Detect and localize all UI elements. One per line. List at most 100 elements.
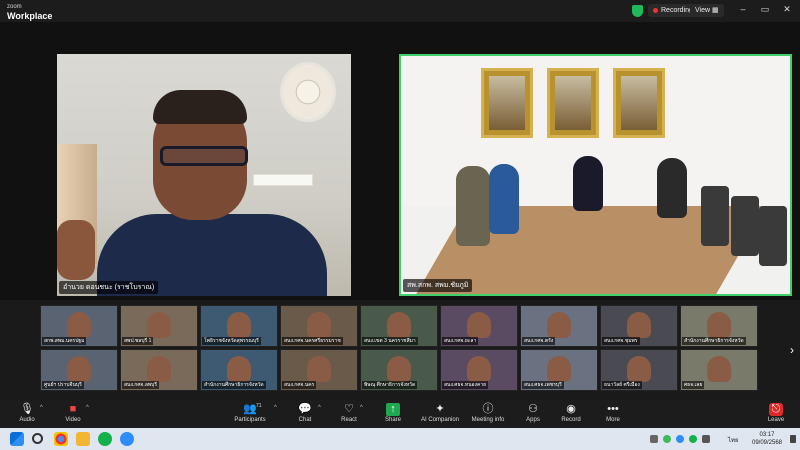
chat-label: Chat <box>298 417 312 423</box>
participant-name: ธนาวัลย์ ศรีเมือง <box>602 381 642 389</box>
search-icon[interactable] <box>32 433 43 444</box>
language-indicator[interactable]: ไทย <box>728 435 739 445</box>
tray-chevron-icon[interactable] <box>650 435 658 443</box>
participant-name: สนง.กศจ.นคร <box>282 381 317 389</box>
participant-video <box>467 356 491 382</box>
more-icon: ••• <box>607 403 619 415</box>
record-button[interactable]: ◉ Record <box>558 400 584 428</box>
participant-tile[interactable]: โพธิราชจังหวัดสุพรรณบุรี <box>200 305 278 347</box>
speaker-hair <box>153 90 247 124</box>
participant-tile[interactable]: สนง.กศจ.ตรัง <box>520 305 598 347</box>
apps-label: Apps <box>526 417 540 423</box>
portrait-frame <box>481 68 533 138</box>
speaker-tile-left[interactable]: อำนวย ดอนชนะ (ราชโบราณ) <box>57 54 351 296</box>
close-button[interactable]: ✕ <box>780 4 794 15</box>
participant-tile[interactable]: พิษณุ ศึกษาธิการจังหวัด <box>360 349 438 391</box>
record-dot-icon <box>653 7 658 13</box>
leave-button[interactable]: ⎋ Leave <box>764 400 788 428</box>
chat-options-chevron-icon[interactable]: ^ <box>318 405 321 411</box>
share-button[interactable]: ↑ Share <box>380 400 406 428</box>
participant-name: สนง.กศจ.ลพบุรี <box>122 381 160 389</box>
gallery-next-icon[interactable]: › <box>785 343 799 357</box>
minimize-button[interactable]: – <box>736 4 750 14</box>
participant-tile[interactable]: สนง.กศจ.ลพบุรี <box>120 349 198 391</box>
participant-video <box>707 312 731 338</box>
clock[interactable]: 03:17 09/09/2568 <box>742 431 792 447</box>
participants-label: Participants <box>234 417 266 423</box>
participant-video <box>467 312 491 338</box>
attendee <box>489 164 519 234</box>
participant-name: ศูนย์ฯ ปราบจีนบุรี <box>42 381 84 389</box>
participant-name: สพป.ชลบุรี 1 <box>122 337 154 345</box>
participant-video <box>227 356 251 382</box>
react-label: React <box>341 417 357 423</box>
participant-tile[interactable]: สนง.เขต 3 นครราชสีมา <box>360 305 438 347</box>
video-button[interactable]: ■ Video <box>58 400 88 428</box>
tray-line-icon[interactable] <box>689 435 697 443</box>
participant-name: สนง.กศจ.ตรัง <box>522 337 556 345</box>
tray-zoom-icon[interactable] <box>676 435 684 443</box>
zoom-icon[interactable] <box>120 432 134 446</box>
meeting-info-label: Meeting info <box>471 417 505 423</box>
participants-options-chevron-icon[interactable]: ^ <box>274 405 277 411</box>
participant-tile[interactable]: สำนักงานศึกษาธิการจังหวัด <box>680 305 758 347</box>
participant-name: สนง.กศจ.ชุมพร <box>602 337 640 345</box>
notification-bell-icon[interactable] <box>790 435 796 443</box>
participant-tile[interactable]: สนง.ศธจ.เพชรบุรี <box>520 349 598 391</box>
participant-tile[interactable]: สนง.กศจ.ยะลา <box>440 305 518 347</box>
video-stage: อำนวย ดอนชนะ (ราชโบราณ) สพ.สกพ. สพม.ชัยภ… <box>0 22 800 300</box>
view-button[interactable]: View ▦ <box>690 4 724 17</box>
speaker-tile-right[interactable]: สพ.สกพ. สพม.ชัยภูมิ <box>399 54 792 296</box>
participant-video <box>627 312 651 338</box>
participant-tile[interactable]: สำนักงานศึกษาธิการจังหวัด <box>200 349 278 391</box>
sparkle-icon: ✦ <box>435 403 445 415</box>
restore-button[interactable]: ▭ <box>758 4 772 15</box>
participant-tile[interactable]: สกพ.สพม.นครปฐม <box>40 305 118 347</box>
line-icon[interactable] <box>98 432 112 446</box>
title-bar: zoom Workplace Recording View ▦ – ▭ ✕ <box>0 0 800 22</box>
start-icon[interactable] <box>10 432 24 446</box>
network-icon[interactable] <box>702 435 710 443</box>
speaker-name-label: สพ.สกพ. สพม.ชัยภูมิ <box>403 279 473 292</box>
video-label: Video <box>65 417 81 423</box>
participants-button[interactable]: 👥 Participants <box>232 400 268 428</box>
video-options-chevron-icon[interactable]: ^ <box>86 405 89 411</box>
participant-video <box>147 356 171 382</box>
apps-button[interactable]: ⚇ Apps <box>520 400 546 428</box>
participant-video <box>387 356 411 382</box>
audio-options-chevron-icon[interactable]: ^ <box>40 405 43 411</box>
participant-tile[interactable]: สนง.กศจ.ชุมพร <box>600 305 678 347</box>
participant-tile[interactable]: สนง.กศจ.นคร <box>280 349 358 391</box>
participant-tile[interactable]: ศธจ.เลย <box>680 349 758 391</box>
participant-name: สนง.เขต 3 นครราชสีมา <box>362 337 418 345</box>
chat-button[interactable]: 💬 Chat <box>292 400 318 428</box>
video-off-icon: ■ <box>69 403 77 415</box>
participants-count: 71 <box>256 403 262 409</box>
participant-tile[interactable]: สพป.ชลบุรี 1 <box>120 305 198 347</box>
chat-icon: 💬 <box>298 403 312 415</box>
react-options-chevron-icon[interactable]: ^ <box>360 405 363 411</box>
participant-video <box>227 312 251 338</box>
meeting-info-button[interactable]: ⓘ Meeting info <box>468 400 508 428</box>
participant-tile[interactable]: ศูนย์ฯ ปราบจีนบุรี <box>40 349 118 391</box>
folder-icon[interactable] <box>76 432 90 446</box>
participant-name: สนง.กศจ.นครศรีธรรมราช <box>282 337 343 345</box>
logo-line2: Workplace <box>7 11 53 21</box>
tray-app-icon[interactable] <box>663 435 671 443</box>
security-shield-icon[interactable] <box>632 5 643 17</box>
audio-button[interactable]: 🎙 Audio <box>14 400 40 428</box>
clock-date: 09/09/2568 <box>751 440 783 446</box>
participant-tile[interactable]: สนง.กศจ.นครศรีธรรมราช <box>280 305 358 347</box>
meeting-toolbar: 🎙 Audio ^ ■ Video ^ 👥 Participants 71 ^ 💬 Ch… <box>0 400 800 428</box>
more-button[interactable]: ••• More <box>600 400 626 428</box>
participant-tile[interactable]: ธนาวัลย์ ศรีเมือง <box>600 349 678 391</box>
chrome-icon[interactable] <box>54 432 68 446</box>
microphone-icon: 🎙 <box>20 403 34 415</box>
ai-companion-button[interactable]: ✦ AI Companion <box>418 400 462 428</box>
react-button[interactable]: ♡ React <box>336 400 362 428</box>
participant-tile[interactable]: สนง.ศธจ.หนองคาย <box>440 349 518 391</box>
info-icon: ⓘ <box>482 403 494 415</box>
record-label: Record <box>561 417 581 423</box>
chair <box>759 206 787 266</box>
participant-name: สำนักงานศึกษาธิการจังหวัด <box>682 337 746 345</box>
